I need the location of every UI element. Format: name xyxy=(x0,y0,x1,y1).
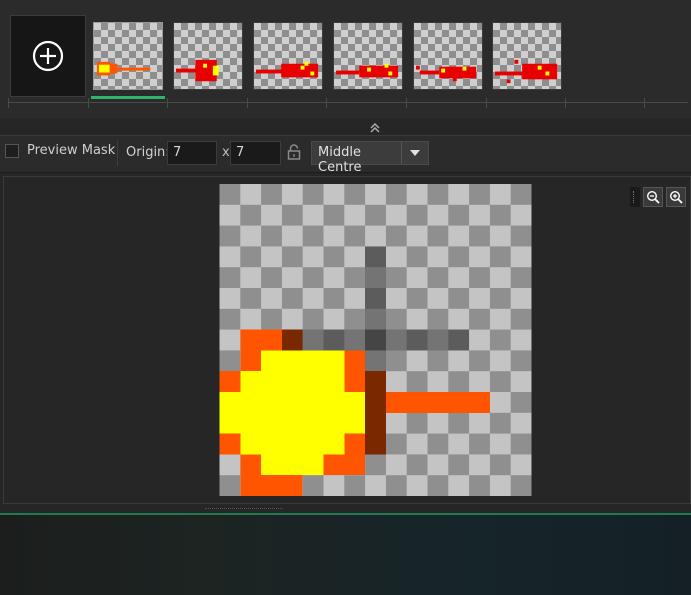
toolbar-divider xyxy=(117,140,118,166)
frame-strip xyxy=(0,0,691,133)
origin-crosshair-vertical xyxy=(365,246,386,372)
double-chevron-up-icon[interactable] xyxy=(368,122,382,134)
panel-resize-grip[interactable] xyxy=(205,508,283,512)
preview-mask-checkbox[interactable] xyxy=(5,144,19,158)
preview-mask-label: Preview Mask xyxy=(27,143,116,158)
origin-preset-dropdown[interactable]: Middle Centre xyxy=(311,141,429,175)
sprite-canvas[interactable] xyxy=(219,184,532,496)
origin-preset-value: Middle Centre xyxy=(318,145,362,175)
origin-y-field[interactable]: 7 xyxy=(230,141,281,165)
origin-toolbar: Preview Mask Origin: 7 x 7 Middle Centre xyxy=(0,135,691,175)
zoom-in-button[interactable] xyxy=(666,187,686,207)
frame-thumbnail-2[interactable] xyxy=(173,22,243,90)
triangle-down-icon xyxy=(410,150,420,156)
frame-thumbnail-5[interactable] xyxy=(413,22,483,90)
selected-frame-indicator xyxy=(91,96,165,99)
zoom-controls xyxy=(630,186,686,208)
frame-thumbnail-3[interactable] xyxy=(253,22,323,90)
unlock-icon[interactable] xyxy=(287,144,301,160)
workspace-background xyxy=(0,515,691,595)
frame-thumbnail-6[interactable] xyxy=(492,22,562,90)
origin-crosshair-horizontal xyxy=(281,329,470,351)
plus-circle-icon xyxy=(32,40,64,72)
zoom-out-icon xyxy=(646,190,660,204)
zoom-in-icon xyxy=(669,190,683,204)
frame-thumbnail-4[interactable] xyxy=(333,22,403,90)
origin-label: Origin: xyxy=(126,145,170,160)
frame-thumbnail-1[interactable] xyxy=(93,22,163,90)
origin-x-separator: x xyxy=(222,145,230,160)
dropdown-arrow[interactable] xyxy=(401,142,428,164)
zoom-out-button[interactable] xyxy=(643,187,663,207)
add-frame-button[interactable] xyxy=(10,15,86,97)
timeline-ruler xyxy=(8,98,688,113)
origin-x-field[interactable]: 7 xyxy=(167,141,217,165)
toolbar-grip[interactable] xyxy=(630,187,640,207)
